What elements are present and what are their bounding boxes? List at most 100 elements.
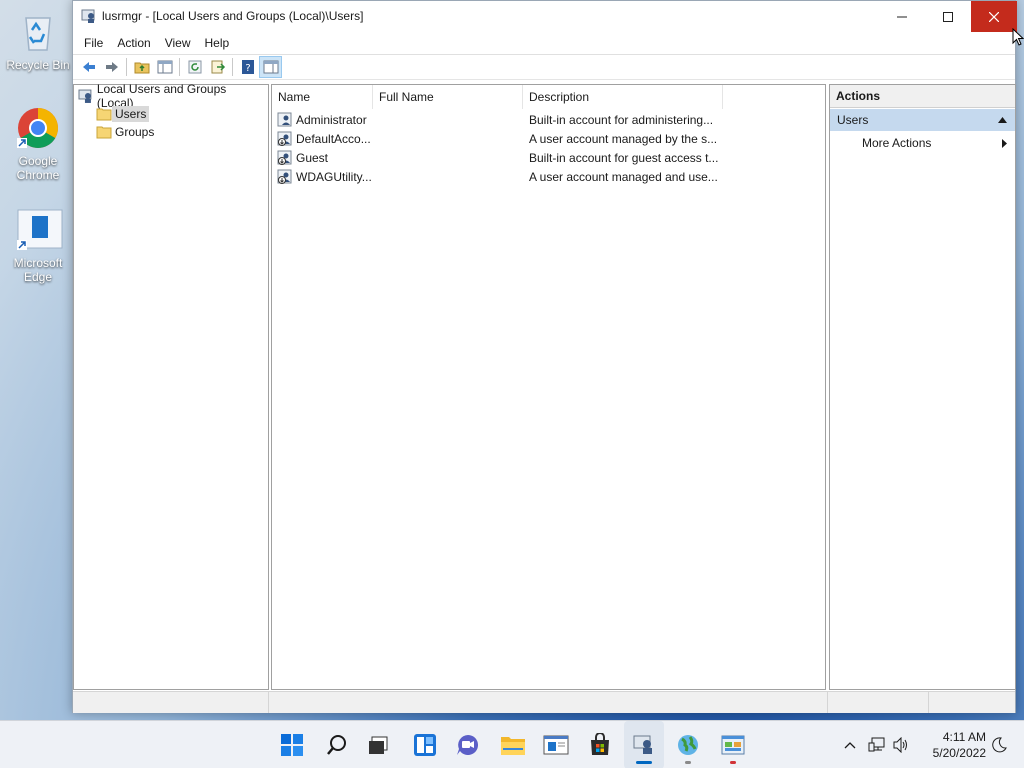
- minimize-button[interactable]: [879, 1, 925, 32]
- mouse-cursor-icon: [1012, 28, 1024, 46]
- network-icon: [868, 737, 885, 752]
- close-button[interactable]: [971, 1, 1017, 32]
- minimize-icon: [897, 16, 907, 17]
- forward-arrow-icon: [105, 62, 118, 72]
- actions-section-users[interactable]: Users: [830, 109, 1015, 131]
- console-tree: Local Users and Groups (Local) Users Gro…: [73, 82, 269, 690]
- tree-item-root[interactable]: Local Users and Groups (Local): [78, 82, 268, 110]
- moon-icon: [992, 737, 1007, 753]
- status-pane: [73, 692, 269, 713]
- network-status-button[interactable]: [866, 721, 888, 768]
- speaker-icon: [893, 737, 907, 753]
- folder-icon: [501, 737, 525, 755]
- clock-time: 4:11 AM: [942, 730, 986, 744]
- chrome-label: Google Chrome: [16, 154, 60, 182]
- more-actions-label: More Actions: [862, 136, 932, 150]
- chrome-shortcut[interactable]: Google Chrome: [4, 106, 72, 182]
- clock-date: 5/20/2022: [932, 746, 986, 760]
- toolbar-separator: [179, 58, 180, 76]
- user-icon: [277, 112, 292, 126]
- window-title: lusrmgr - [Local Users and Groups (Local…: [102, 9, 364, 23]
- attention-indicator: [730, 761, 736, 764]
- console-tree-icon: [157, 60, 172, 74]
- column-header-name[interactable]: Name: [272, 85, 373, 109]
- user-name: WDAGUtility...: [296, 169, 372, 184]
- forward-button[interactable]: [100, 56, 123, 78]
- taskbar: 4:11 AM 5/20/2022: [0, 720, 1024, 768]
- help-icon: ?: [241, 60, 254, 74]
- recycle-bin-shortcut[interactable]: Recycle Bin: [4, 10, 72, 72]
- recycle-bin-icon: [16, 10, 60, 54]
- refresh-icon: [188, 60, 201, 74]
- store-button[interactable]: [580, 721, 620, 768]
- table-row[interactable]: Administrator Built-in account for admin…: [272, 110, 825, 129]
- widgets-icon: [414, 734, 436, 756]
- column-header-description[interactable]: Description: [523, 85, 723, 109]
- show-hide-console-tree-button[interactable]: [153, 56, 176, 78]
- menu-help[interactable]: Help: [198, 36, 237, 50]
- disabled-user-icon: [277, 150, 292, 165]
- tree-item-users[interactable]: Users: [96, 105, 150, 123]
- menu-view[interactable]: View: [158, 36, 198, 50]
- edge-label: Microsoft Edge: [13, 256, 63, 284]
- control-panel-icon: [721, 735, 745, 755]
- refresh-button[interactable]: [183, 56, 206, 78]
- column-header-full-name[interactable]: Full Name: [373, 85, 523, 109]
- file-explorer-button[interactable]: [493, 721, 533, 768]
- search-button[interactable]: [317, 721, 357, 768]
- export-icon: [211, 60, 225, 74]
- folder-up-icon: [134, 62, 149, 74]
- user-description: Built-in account for administering...: [529, 112, 714, 127]
- edge-taskbar-button[interactable]: [536, 721, 576, 768]
- status-pane: [269, 692, 828, 713]
- close-icon: [989, 11, 999, 22]
- menu-file[interactable]: File: [77, 36, 110, 50]
- table-row[interactable]: Guest Built-in account for guest access …: [272, 148, 825, 167]
- more-actions-item[interactable]: More Actions: [830, 131, 1015, 155]
- action-pane-icon: [263, 60, 278, 74]
- actions-pane: Actions Users More Actions: [829, 84, 1016, 690]
- running-indicator: [685, 761, 691, 764]
- back-button[interactable]: [77, 56, 100, 78]
- table-row[interactable]: WDAGUtility... A user account managed an…: [272, 167, 825, 186]
- tree-item-groups[interactable]: Groups: [96, 123, 157, 141]
- show-hide-action-pane-button[interactable]: [259, 56, 282, 78]
- task-view-button[interactable]: [358, 721, 398, 768]
- toolbar-separator: [126, 58, 127, 76]
- actions-section-label: Users: [837, 113, 869, 127]
- collapse-up-icon: [998, 117, 1007, 123]
- user-description: Built-in account for guest access t...: [529, 150, 719, 165]
- edge-icon: [16, 208, 63, 252]
- up-one-level-button[interactable]: [130, 56, 153, 78]
- title-bar[interactable]: lusrmgr - [Local Users and Groups (Local…: [73, 1, 1017, 32]
- recycle-bin-label: Recycle Bin: [6, 58, 70, 72]
- folder-icon: [96, 108, 112, 121]
- app-icon: [81, 8, 97, 24]
- maximize-button[interactable]: [925, 1, 971, 32]
- table-row[interactable]: DefaultAcco... A user account managed by…: [272, 129, 825, 148]
- help-button[interactable]: ?: [236, 56, 259, 78]
- clock[interactable]: 4:11 AM 5/20/2022: [918, 729, 986, 761]
- chevron-up-icon: [844, 742, 856, 749]
- lusrmgr-taskbar-button[interactable]: [624, 721, 664, 768]
- computer-users-icon: [633, 735, 652, 754]
- notepad-window-icon: [543, 735, 569, 755]
- disabled-user-icon: [277, 169, 292, 184]
- volume-button[interactable]: [890, 721, 912, 768]
- focus-assist-button[interactable]: [988, 721, 1010, 768]
- edge-shortcut[interactable]: Microsoft Edge: [4, 208, 72, 284]
- chat-button[interactable]: [448, 721, 488, 768]
- chrome-icon: [16, 106, 60, 150]
- show-hidden-icons-button[interactable]: [840, 721, 860, 768]
- export-list-button[interactable]: [206, 56, 229, 78]
- tree-groups-label: Groups: [115, 125, 155, 139]
- menu-action[interactable]: Action: [110, 36, 157, 50]
- store-bag-icon: [591, 733, 609, 755]
- disabled-user-icon: [277, 131, 292, 146]
- status-bar: [73, 691, 1015, 713]
- start-button[interactable]: [272, 721, 312, 768]
- network-globe-button[interactable]: [668, 721, 708, 768]
- actions-header: Actions: [830, 85, 1015, 108]
- control-panel-button[interactable]: [713, 721, 753, 768]
- widgets-button[interactable]: [405, 721, 445, 768]
